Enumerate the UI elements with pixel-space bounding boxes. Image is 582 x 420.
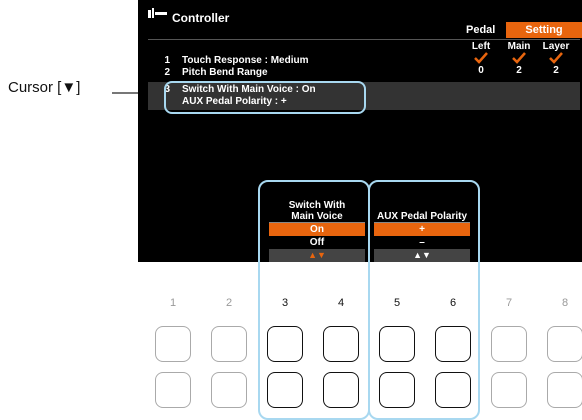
row-number: 2 xyxy=(164,67,170,78)
upper-button-2[interactable] xyxy=(211,326,247,362)
lower-button-1[interactable] xyxy=(155,372,191,408)
button-number-1: 1 xyxy=(169,297,177,309)
button-number-2: 2 xyxy=(225,297,233,309)
upper-button-8[interactable] xyxy=(547,326,582,362)
button-number-5: 5 xyxy=(393,297,401,309)
screen-title: Controller xyxy=(172,11,230,25)
button-number-4: 4 xyxy=(337,297,345,309)
tab-setting[interactable]: Setting xyxy=(506,22,582,38)
cursor-callout-label: Cursor [▼] xyxy=(8,79,81,96)
list-item-touch-response[interactable]: 1 Touch Response : Medium xyxy=(150,55,309,66)
upper-button-1[interactable] xyxy=(155,326,191,362)
column-header-left: Left xyxy=(471,41,491,52)
button-number-8: 8 xyxy=(561,297,569,309)
controller-icon xyxy=(148,8,167,18)
pitch-bend-layer-value: 2 xyxy=(553,65,559,76)
tab-pedal[interactable]: Pedal xyxy=(466,24,495,36)
upper-button-4[interactable] xyxy=(323,326,359,362)
column-header-layer: Layer xyxy=(542,41,570,52)
row-label: Pitch Bend Range xyxy=(182,67,268,78)
check-icon xyxy=(549,52,563,64)
lower-button-3[interactable] xyxy=(267,372,303,408)
divider xyxy=(148,39,580,40)
lower-button-2[interactable] xyxy=(211,372,247,408)
button-number-7: 7 xyxy=(505,297,513,309)
lower-button-4[interactable] xyxy=(323,372,359,408)
row-label: Touch Response : Medium xyxy=(182,55,309,66)
lower-button-6[interactable] xyxy=(435,372,471,408)
row-number: 1 xyxy=(164,55,170,66)
lower-button-5[interactable] xyxy=(379,372,415,408)
button-number-6: 6 xyxy=(449,297,457,309)
upper-button-3[interactable] xyxy=(267,326,303,362)
upper-button-7[interactable] xyxy=(491,326,527,362)
button-number-3: 3 xyxy=(281,297,289,309)
upper-button-5[interactable] xyxy=(379,326,415,362)
check-icon xyxy=(512,52,526,64)
check-icon xyxy=(474,52,488,64)
pitch-bend-left-value: 0 xyxy=(478,65,484,76)
lower-button-8[interactable] xyxy=(547,372,582,408)
list-item-pitch-bend[interactable]: 2 Pitch Bend Range xyxy=(150,67,268,78)
pitch-bend-main-value: 2 xyxy=(516,65,522,76)
lower-button-7[interactable] xyxy=(491,372,527,408)
upper-button-6[interactable] xyxy=(435,326,471,362)
cursor-highlight xyxy=(164,81,366,114)
column-header-main: Main xyxy=(507,41,531,52)
